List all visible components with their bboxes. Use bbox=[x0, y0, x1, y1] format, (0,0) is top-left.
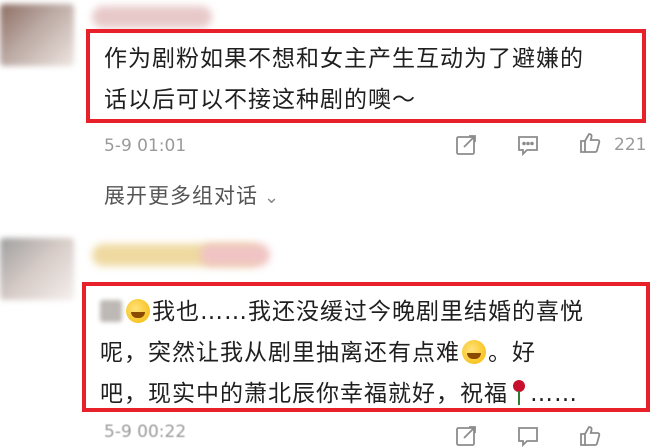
comment-text-highlighted: 我也……我还没缓过今晚剧里结婚的喜悦 呢，突然让我从剧里抽离还有点难 。好 吧，现… bbox=[82, 282, 650, 412]
laughing-emoji-icon bbox=[462, 340, 486, 364]
comment-text-segment: 吧，现实中的萧北辰你幸福就好，祝福 bbox=[100, 381, 508, 407]
thumbs-up-icon[interactable] bbox=[578, 424, 602, 448]
blurred-text bbox=[100, 300, 122, 322]
comment-text-segment: 。好 bbox=[488, 340, 536, 366]
comment-text-segment: 我也……我还没缓过今晚剧里结婚的喜悦 bbox=[152, 299, 584, 325]
thumbs-up-icon[interactable] bbox=[578, 131, 602, 155]
comment-timestamp: 5-9 00:22 bbox=[104, 422, 187, 442]
avatar[interactable] bbox=[0, 238, 74, 300]
comment-text-segment: 呢，突然让我从剧里抽离还有点难 bbox=[100, 340, 460, 366]
avatar[interactable] bbox=[0, 4, 74, 66]
comment-line: 呢，突然让我从剧里抽离还有点难 。好 bbox=[100, 333, 632, 374]
username-blurred[interactable] bbox=[92, 6, 212, 28]
comment-line: 作为剧粉如果不想和女主产生互动为了避嫌的 bbox=[104, 46, 584, 72]
like-count: 221 bbox=[614, 135, 647, 155]
comment-line: 吧，现实中的萧北辰你幸福就好，祝福 …… bbox=[100, 374, 632, 415]
rose-emoji-icon bbox=[510, 380, 528, 406]
comment-icon[interactable] bbox=[516, 424, 540, 448]
share-icon[interactable] bbox=[454, 424, 478, 448]
share-icon[interactable] bbox=[454, 133, 478, 157]
comment-line: 话以后可以不接这种剧的噢～ bbox=[104, 87, 416, 113]
username-badge-blurred bbox=[200, 244, 270, 266]
chevron-down-icon: ⌄ bbox=[264, 187, 281, 208]
expand-conversation-link[interactable]: 展开更多组对话 ⌄ bbox=[104, 180, 280, 210]
comment-line: 我也……我还没缓过今晚剧里结婚的喜悦 bbox=[100, 292, 632, 333]
face-emoji-icon bbox=[126, 299, 150, 323]
expand-label: 展开更多组对话 bbox=[104, 184, 258, 208]
comment-icon[interactable] bbox=[516, 133, 540, 157]
comment-text-highlighted: 作为剧粉如果不想和女主产生互动为了避嫌的 话以后可以不接这种剧的噢～ bbox=[86, 29, 646, 123]
comment-text-segment: …… bbox=[530, 381, 578, 407]
comment-timestamp: 5-9 01:01 bbox=[104, 136, 187, 156]
